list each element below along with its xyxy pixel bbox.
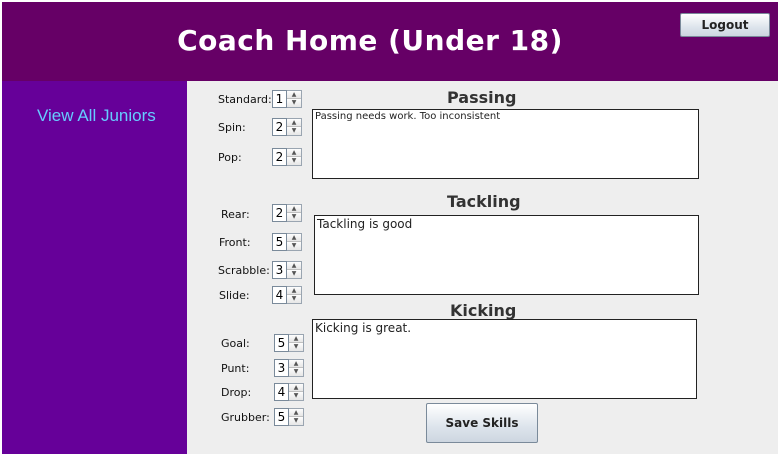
spinner-arrows[interactable]: ▲ ▼ — [289, 334, 304, 352]
kicking-comment-textarea[interactable]: Kicking is great. — [312, 319, 697, 399]
tackling-slide-spinner[interactable]: 4 ▲ ▼ — [272, 286, 302, 304]
down-arrow-icon[interactable]: ▼ — [287, 99, 301, 107]
up-arrow-icon[interactable]: ▲ — [287, 205, 301, 213]
spinner-arrows[interactable]: ▲ ▼ — [289, 383, 304, 401]
spinner-arrows[interactable]: ▲ ▼ — [289, 408, 304, 426]
up-arrow-icon[interactable]: ▲ — [287, 91, 301, 99]
passing-pop-spinner[interactable]: 2 ▲ ▼ — [272, 148, 302, 166]
kicking-drop-label: Drop: — [221, 386, 252, 399]
passing-title: Passing — [447, 88, 517, 107]
tackling-rear-label: Rear: — [221, 208, 250, 221]
down-arrow-icon[interactable]: ▼ — [287, 127, 301, 135]
up-arrow-icon[interactable]: ▲ — [289, 360, 303, 368]
kicking-goal-spinner[interactable]: 5 ▲ ▼ — [274, 334, 304, 352]
spinner-value[interactable]: 1 — [272, 90, 287, 108]
spinner-arrows[interactable]: ▲ ▼ — [287, 118, 302, 136]
spinner-value[interactable]: 2 — [272, 118, 287, 136]
spinner-arrows[interactable]: ▲ ▼ — [287, 261, 302, 279]
spinner-arrows[interactable]: ▲ ▼ — [287, 204, 302, 222]
spinner-arrows[interactable]: ▲ ▼ — [287, 90, 302, 108]
spinner-value[interactable]: 2 — [272, 204, 287, 222]
tackling-front-spinner[interactable]: 5 ▲ ▼ — [272, 233, 302, 251]
save-skills-button[interactable]: Save Skills — [426, 403, 538, 443]
down-arrow-icon[interactable]: ▼ — [287, 242, 301, 250]
passing-spin-spinner[interactable]: 2 ▲ ▼ — [272, 118, 302, 136]
tackling-slide-label: Slide: — [219, 289, 250, 302]
tackling-comment-textarea[interactable]: Tackling is good — [314, 215, 699, 295]
header-bar: Coach Home (Under 18) Logout — [2, 2, 778, 81]
up-arrow-icon[interactable]: ▲ — [287, 234, 301, 242]
passing-spin-label: Spin: — [218, 121, 246, 134]
up-arrow-icon[interactable]: ▲ — [289, 335, 303, 343]
kicking-goal-label: Goal: — [221, 337, 250, 350]
kicking-grubber-label: Grubber: — [221, 411, 270, 424]
passing-comment-textarea[interactable]: Passing needs work. Too inconsistent — [312, 109, 699, 179]
page-title: Coach Home (Under 18) — [177, 24, 563, 57]
passing-pop-label: Pop: — [218, 151, 242, 164]
spinner-arrows[interactable]: ▲ ▼ — [287, 148, 302, 166]
spinner-value[interactable]: 5 — [272, 233, 287, 251]
spinner-arrows[interactable]: ▲ ▼ — [287, 233, 302, 251]
up-arrow-icon[interactable]: ▲ — [287, 149, 301, 157]
down-arrow-icon[interactable]: ▼ — [289, 343, 303, 351]
kicking-drop-spinner[interactable]: 4 ▲ ▼ — [274, 383, 304, 401]
up-arrow-icon[interactable]: ▲ — [287, 287, 301, 295]
down-arrow-icon[interactable]: ▼ — [287, 213, 301, 221]
spinner-value[interactable]: 2 — [272, 148, 287, 166]
app-window: Coach Home (Under 18) Logout View All Ju… — [0, 0, 780, 456]
tackling-rear-spinner[interactable]: 2 ▲ ▼ — [272, 204, 302, 222]
spinner-arrows[interactable]: ▲ ▼ — [287, 286, 302, 304]
tackling-scrabble-spinner[interactable]: 3 ▲ ▼ — [272, 261, 302, 279]
spinner-value[interactable]: 3 — [274, 359, 289, 377]
spinner-value[interactable]: 4 — [272, 286, 287, 304]
tackling-title: Tackling — [447, 192, 521, 211]
spinner-value[interactable]: 5 — [274, 334, 289, 352]
passing-standard-label: Standard: — [218, 93, 272, 106]
up-arrow-icon[interactable]: ▲ — [289, 409, 303, 417]
down-arrow-icon[interactable]: ▼ — [287, 157, 301, 165]
spinner-value[interactable]: 4 — [274, 383, 289, 401]
kicking-punt-label: Punt: — [221, 362, 250, 375]
up-arrow-icon[interactable]: ▲ — [289, 384, 303, 392]
sidebar: View All Juniors — [2, 81, 187, 454]
logout-button[interactable]: Logout — [680, 13, 770, 37]
down-arrow-icon[interactable]: ▼ — [289, 417, 303, 425]
spinner-arrows[interactable]: ▲ ▼ — [289, 359, 304, 377]
down-arrow-icon[interactable]: ▼ — [289, 392, 303, 400]
up-arrow-icon[interactable]: ▲ — [287, 262, 301, 270]
tackling-front-label: Front: — [219, 236, 251, 249]
up-arrow-icon[interactable]: ▲ — [287, 119, 301, 127]
spinner-value[interactable]: 3 — [272, 261, 287, 279]
view-all-juniors-link[interactable]: View All Juniors — [37, 106, 156, 126]
kicking-grubber-spinner[interactable]: 5 ▲ ▼ — [274, 408, 304, 426]
down-arrow-icon[interactable]: ▼ — [287, 295, 301, 303]
spinner-value[interactable]: 5 — [274, 408, 289, 426]
kicking-title: Kicking — [450, 301, 517, 320]
kicking-punt-spinner[interactable]: 3 ▲ ▼ — [274, 359, 304, 377]
down-arrow-icon[interactable]: ▼ — [287, 270, 301, 278]
tackling-scrabble-label: Scrabble: — [218, 264, 270, 277]
down-arrow-icon[interactable]: ▼ — [289, 368, 303, 376]
passing-standard-spinner[interactable]: 1 ▲ ▼ — [272, 90, 302, 108]
